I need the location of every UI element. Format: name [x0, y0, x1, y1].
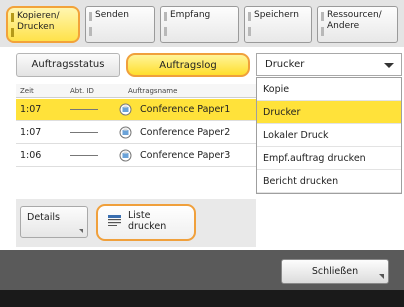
menu-item-report-print[interactable]: Bericht drucken [257, 170, 401, 193]
table-header: Zeit Abt. ID Auftragsname [16, 84, 256, 98]
job-log-panel: Auftragsstatus Auftragslog Drucker Kopie… [8, 49, 402, 247]
tab-copy-print[interactable]: Kopieren/Drucken [6, 6, 80, 43]
menu-item-printer[interactable]: Drucker [257, 101, 401, 124]
table-row[interactable]: 1:07 Conference Paper2 [16, 122, 256, 144]
job-type-select[interactable]: Drucker [256, 53, 402, 76]
tab-job-status[interactable]: Auftragsstatus [16, 53, 120, 77]
print-list-label-line2: drucken [128, 221, 167, 232]
tab-marker [164, 12, 167, 21]
tab-marker [248, 12, 251, 21]
chevron-down-icon [384, 63, 394, 68]
tab-send[interactable]: Senden [85, 6, 155, 43]
col-header-dept-id: Abt. ID [70, 87, 94, 95]
print-list-label-line1: Liste [128, 210, 151, 221]
print-job-icon [119, 149, 132, 162]
cell-dept-id-dash [70, 109, 98, 110]
tab-label: Kopieren/Drucken [17, 11, 60, 32]
table-row[interactable]: 1:07 Conference Paper1 [16, 99, 256, 121]
top-tab-bar: Kopieren/Drucken Senden Empfang Speicher… [0, 0, 404, 47]
cell-dept-id-dash [70, 132, 98, 133]
table-row[interactable]: 1:06 Conference Paper3 [16, 145, 256, 167]
print-list-button[interactable]: Liste drucken [96, 204, 196, 241]
job-type-menu: Kopie Drucker Lokaler Druck Empf.auftrag… [256, 77, 402, 194]
tab-job-log[interactable]: Auftragslog [126, 53, 250, 77]
col-header-job-name: Auftragsname [128, 87, 178, 95]
tab-label: Senden [95, 10, 129, 20]
tab-marker [321, 27, 324, 36]
print-job-icon [119, 103, 132, 116]
cell-dept-id-dash [70, 155, 98, 156]
tab-resources[interactable]: Ressourcen/Andere [317, 6, 398, 43]
tab-receive[interactable]: Empfang [160, 6, 239, 43]
tab-label: Ressourcen/Andere [327, 10, 382, 31]
list-icon [108, 215, 121, 226]
cell-time: 1:06 [20, 150, 42, 161]
cell-time: 1:07 [20, 104, 42, 115]
tab-marker [11, 13, 14, 22]
corner-triangle-icon [379, 274, 384, 279]
tab-marker [89, 27, 92, 36]
corner-triangle-icon [79, 229, 83, 233]
tab-marker [164, 27, 167, 36]
bottom-strip [0, 290, 404, 307]
bottom-bar: Schließen [0, 250, 404, 290]
cell-time: 1:07 [20, 127, 42, 138]
details-button-label: Details [27, 212, 60, 223]
panel-footer: Details Liste drucken [16, 199, 256, 247]
cell-job-name: Conference Paper2 [140, 127, 231, 138]
tab-marker [89, 12, 92, 21]
cell-job-name: Conference Paper1 [140, 104, 231, 115]
tab-label: Empfang [170, 10, 211, 20]
tab-job-log-label: Auftragslog [159, 60, 217, 71]
tab-marker [321, 12, 324, 21]
job-type-select-value: Drucker [265, 59, 305, 70]
close-button-label: Schließen [311, 266, 359, 277]
cell-job-name: Conference Paper3 [140, 150, 231, 161]
menu-item-local-print[interactable]: Lokaler Druck [257, 124, 401, 147]
print-job-icon [119, 126, 132, 139]
tab-marker [248, 27, 251, 36]
tab-label: Speichern [254, 10, 299, 20]
close-button[interactable]: Schließen [281, 259, 389, 284]
tab-job-status-label: Auftragsstatus [31, 59, 105, 70]
col-header-time: Zeit [20, 87, 34, 95]
details-button[interactable]: Details [20, 206, 88, 238]
tab-store[interactable]: Speichern [244, 6, 312, 43]
menu-item-copy[interactable]: Kopie [257, 78, 401, 101]
tab-marker [11, 28, 14, 37]
menu-item-received-job-print[interactable]: Empf.auftrag drucken [257, 147, 401, 170]
